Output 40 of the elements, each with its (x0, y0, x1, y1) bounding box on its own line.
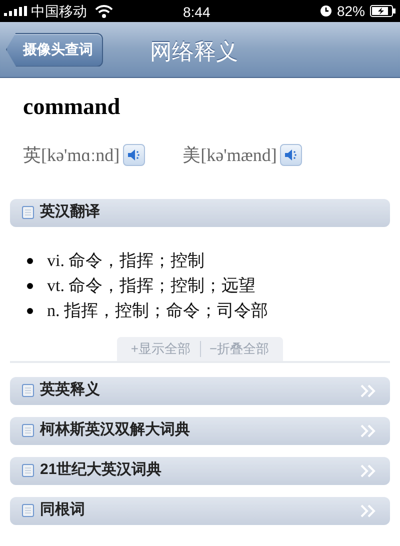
definition: vi. 命令，指挥；控制 (47, 250, 205, 272)
clock-icon (320, 5, 332, 17)
battery-percent: 82% (336, 2, 365, 20)
bullet-icon (27, 258, 33, 264)
double-chevron-icon (360, 464, 376, 478)
status-time: 8:44 (183, 3, 210, 22)
bullet-icon (27, 282, 33, 288)
nav-title: 网络释义 (150, 38, 238, 66)
bullet-icon (27, 308, 33, 314)
wifi-icon (95, 4, 113, 18)
section-header[interactable]: 英汉翻译 (10, 198, 390, 226)
book-icon (22, 206, 34, 219)
section-header[interactable]: 同根词 (10, 496, 390, 524)
double-chevron-icon (360, 424, 376, 438)
section-header[interactable]: 英英释义 (10, 376, 390, 404)
section-title: 英英释义 (40, 380, 100, 400)
battery-icon (370, 5, 396, 17)
pronunciation: 英[kə'mɑːnd] (23, 144, 120, 166)
book-icon (22, 464, 34, 477)
definition: vt. 命令，指挥；控制；远望 (47, 274, 256, 297)
section-title: 柯林斯英汉双解大词典 (40, 420, 190, 440)
section-title: 同根词 (40, 500, 85, 520)
speaker-button[interactable] (122, 144, 145, 166)
carrier-name: 中国移动 (31, 2, 87, 20)
double-chevron-icon (360, 384, 376, 398)
section-title: 英汉翻译 (40, 202, 100, 222)
section-title: 21世纪大英汉词典 (40, 460, 162, 480)
headword: command (22, 93, 122, 121)
speaker-button[interactable] (280, 144, 302, 166)
double-chevron-icon (360, 504, 376, 518)
speaker-icon (126, 148, 141, 162)
book-icon (22, 424, 34, 437)
book-icon (22, 504, 34, 517)
section-header[interactable]: 柯林斯英汉双解大词典 (10, 416, 390, 444)
speaker-icon (284, 148, 298, 162)
pronunciation: 美[kə'mænd] (182, 144, 277, 166)
signal-icon (4, 6, 28, 16)
book-icon (22, 384, 34, 397)
section-header[interactable]: 21世纪大英汉词典 (10, 456, 390, 484)
definition: n. 指挥，控制；命令；司令部 (47, 300, 268, 322)
